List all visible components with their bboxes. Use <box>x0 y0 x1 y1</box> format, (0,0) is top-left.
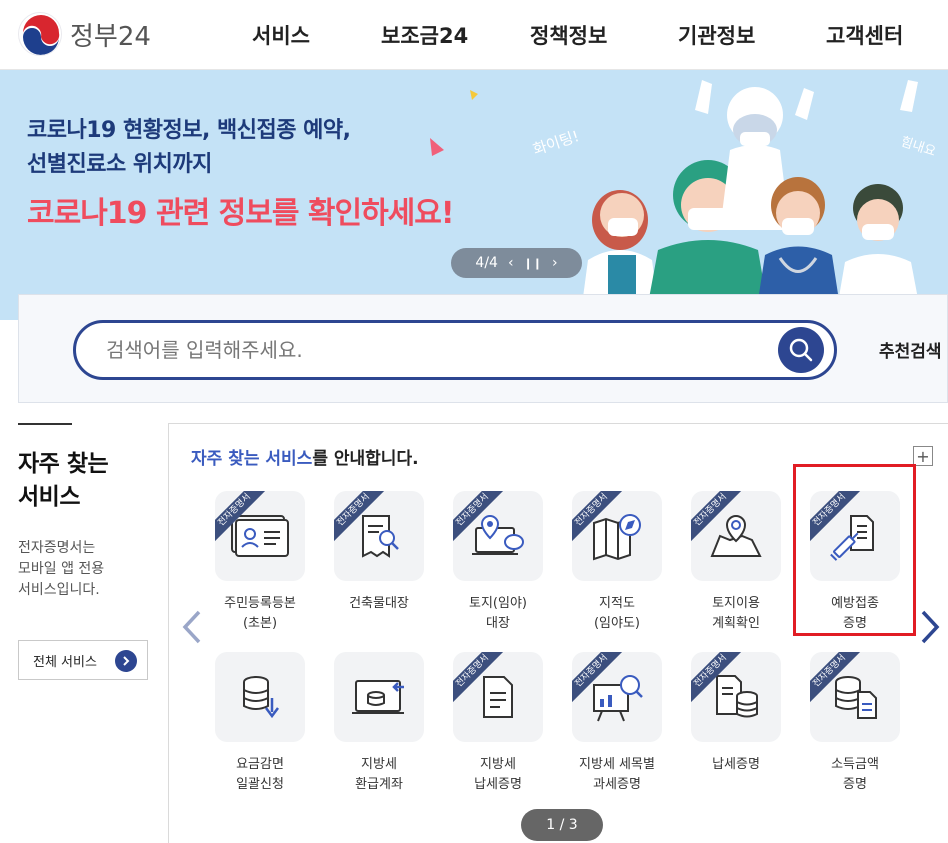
search-input[interactable] <box>106 335 746 365</box>
desc-line-1: 전자증명서는 <box>18 540 96 556</box>
service-refund-account[interactable]: 지방세 환급계좌 <box>319 652 439 795</box>
frequent-services-panel: 자주 찾는 서비스를 안내합니다. + 전자증명서 주민등록등본 (초본) 전자… <box>168 423 948 843</box>
cheer-text-fighting: 화이팅! <box>531 127 582 159</box>
service-local-tax-payment-certificate[interactable]: 전자증명서 지방세 납세증명 <box>438 652 558 795</box>
service-label: 지방세 납세증명 <box>474 757 522 792</box>
refund-account-icon <box>352 680 404 714</box>
service-label: 주민등록등본 (초본) <box>224 596 296 631</box>
service-tile[interactable]: 전자증명서 <box>453 652 543 742</box>
banner-subtitle-line-2: 선별진료소 위치까지 <box>27 152 212 177</box>
service-label: 건축물대장 <box>349 596 409 611</box>
service-tile[interactable]: 전자증명서 <box>572 652 662 742</box>
service-resident-registration[interactable]: 전자증명서 주민등록등본 (초본) <box>200 491 320 634</box>
service-income-certificate[interactable]: 전자증명서 소득금액 증명 <box>795 652 915 795</box>
nav-services[interactable]: 서비스 <box>252 20 310 50</box>
logo-text: 정부24 <box>70 21 151 52</box>
all-services-button[interactable]: 전체 서비스 <box>18 640 148 680</box>
tax-item-certificate-icon <box>593 675 643 722</box>
selection-highlight-box <box>793 464 916 636</box>
pause-icon[interactable]: ❙❙ <box>524 257 542 270</box>
nav-policy-info[interactable]: 정책정보 <box>530 20 607 50</box>
search-box <box>73 320 837 380</box>
more-plus-button[interactable]: + <box>913 446 933 466</box>
service-label: 요금감면 일괄신청 <box>236 757 284 792</box>
tax-payment-icon <box>716 675 758 718</box>
service-fee-reduction[interactable]: 요금감면 일괄신청 <box>200 652 320 795</box>
service-building-register[interactable]: 전자증명서 건축물대장 <box>319 491 439 614</box>
chevron-right-icon <box>115 650 137 672</box>
banner-headline: 코로나19 관련 정보를 확인하세요! <box>27 196 455 231</box>
e-certificate-description: 전자증명서는 모바일 앱 전용 서비스입니다. <box>18 538 104 601</box>
cheer-text-cheerup: 힘내요 <box>899 135 938 160</box>
service-tile[interactable]: 전자증명서 <box>572 491 662 581</box>
service-label: 납세증명 <box>712 757 760 772</box>
nav-subsidy24[interactable]: 보조금24 <box>381 20 468 50</box>
search-icon <box>789 338 813 362</box>
logo[interactable]: 정부24 <box>18 12 151 56</box>
search-section: 추천검색 <box>18 294 948 403</box>
service-label: 토지이용 계획확인 <box>712 596 760 631</box>
service-tax-by-item-certificate[interactable]: 전자증명서 지방세 세목별 과세증명 <box>557 652 677 795</box>
recommended-search-label[interactable]: 추천검색 <box>879 337 942 362</box>
nav-customer-center[interactable]: 고객센터 <box>826 20 903 50</box>
heading-line-2: 서비스 <box>18 484 80 510</box>
panel-title: 자주 찾는 서비스를 안내합니다. <box>191 444 419 469</box>
banner-subtitle-line-1: 코로나19 현황정보, 백신접종 예약, <box>27 118 351 143</box>
service-tile[interactable]: 전자증명서 <box>810 652 900 742</box>
service-land-register[interactable]: 전자증명서 토지(임야) 대장 <box>438 491 558 634</box>
service-tile[interactable] <box>215 652 305 742</box>
service-page-indicator: 1 / 3 <box>521 809 603 841</box>
all-services-label: 전체 서비스 <box>33 654 97 670</box>
id-card-icon <box>231 515 289 557</box>
banner-subtitle: 코로나19 현황정보, 백신접종 예약, 선별진료소 위치까지 <box>27 114 351 182</box>
service-tile[interactable]: 전자증명서 <box>334 491 424 581</box>
search-button[interactable] <box>778 327 824 373</box>
desc-line-3: 서비스입니다. <box>18 582 100 598</box>
service-label: 지적도 (임야도) <box>593 596 641 631</box>
income-certificate-icon <box>835 676 877 719</box>
desc-line-2: 모바일 앱 전용 <box>18 561 105 577</box>
prev-slide-icon[interactable]: ‹ <box>508 255 514 271</box>
service-label: 지방세 환급계좌 <box>355 757 403 792</box>
next-slide-icon[interactable]: › <box>552 255 558 271</box>
land-register-icon <box>472 514 524 555</box>
land-use-map-icon <box>710 514 762 557</box>
service-label: 소득금액 증명 <box>831 757 879 792</box>
service-tile[interactable]: 전자증명서 <box>453 491 543 581</box>
panel-title-rest: 를 안내합니다. <box>312 449 419 469</box>
frequent-services-heading: 자주 찾는 서비스 <box>18 448 109 514</box>
main-banner[interactable]: 코로나19 현황정보, 백신접종 예약, 선별진료소 위치까지 코로나19 관련… <box>0 70 948 320</box>
site-header: 정부24 서비스 보조금24 정책정보 기관정보 고객센터 <box>0 0 948 70</box>
service-label: 토지(임야) 대장 <box>469 596 527 631</box>
medical-staff-illustration: 화이팅! 힘내요 <box>430 80 938 320</box>
nav-agency-info[interactable]: 기관정보 <box>678 20 755 50</box>
service-tile[interactable] <box>334 652 424 742</box>
slide-indicator: 4/4 <box>475 255 498 271</box>
service-tile[interactable]: 전자증명서 <box>215 491 305 581</box>
local-tax-certificate-icon <box>483 676 513 718</box>
heading-line-1: 자주 찾는 <box>18 451 109 477</box>
cadastral-map-icon <box>593 514 641 561</box>
service-tile[interactable]: 전자증명서 <box>691 652 781 742</box>
fee-reduction-icon <box>243 676 279 719</box>
service-cadastral-map[interactable]: 전자증명서 지적도 (임야도) <box>557 491 677 634</box>
panel-title-highlight: 자주 찾는 서비스 <box>191 449 313 469</box>
banner-slide-control: 4/4 ‹ ❙❙ › <box>451 248 582 278</box>
service-tile[interactable]: 전자증명서 <box>691 491 781 581</box>
taegeuk-logo-icon <box>18 12 62 56</box>
service-land-use-plan[interactable]: 전자증명서 토지이용 계획확인 <box>676 491 796 634</box>
next-arrow-icon[interactable] <box>919 610 941 648</box>
building-register-icon <box>362 515 399 558</box>
section-divider <box>18 423 72 425</box>
service-tax-payment-certificate[interactable]: 전자증명서 납세증명 <box>676 652 796 775</box>
service-label: 지방세 세목별 과세증명 <box>579 757 655 792</box>
